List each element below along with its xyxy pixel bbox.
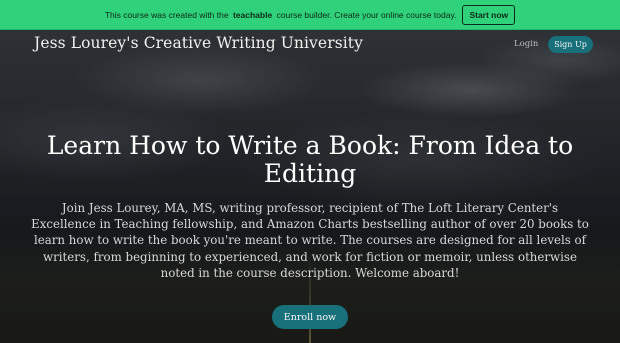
login-link[interactable]: Login	[514, 39, 538, 49]
start-now-button[interactable]: Start now	[462, 4, 516, 25]
hero-description: Join Jess Lourey, MA, MS, writing profes…	[31, 201, 589, 280]
sign-up-button[interactable]: Sign Up	[548, 36, 593, 53]
promo-text: This course was created with the teachab…	[105, 10, 457, 20]
hero-headline: Learn How to Write a Book: From Idea to …	[46, 131, 574, 188]
site-title[interactable]: Jess Lourey's Creative Writing Universit…	[34, 34, 363, 52]
enroll-now-button[interactable]: Enroll now	[272, 305, 348, 329]
teachable-logo: teachable	[232, 9, 273, 20]
promo-text-before: This course was created with the	[104, 9, 229, 20]
promo-banner: This course was created with the teachab…	[0, 0, 620, 30]
promo-text-after: course builder. Create your online cours…	[276, 9, 457, 20]
